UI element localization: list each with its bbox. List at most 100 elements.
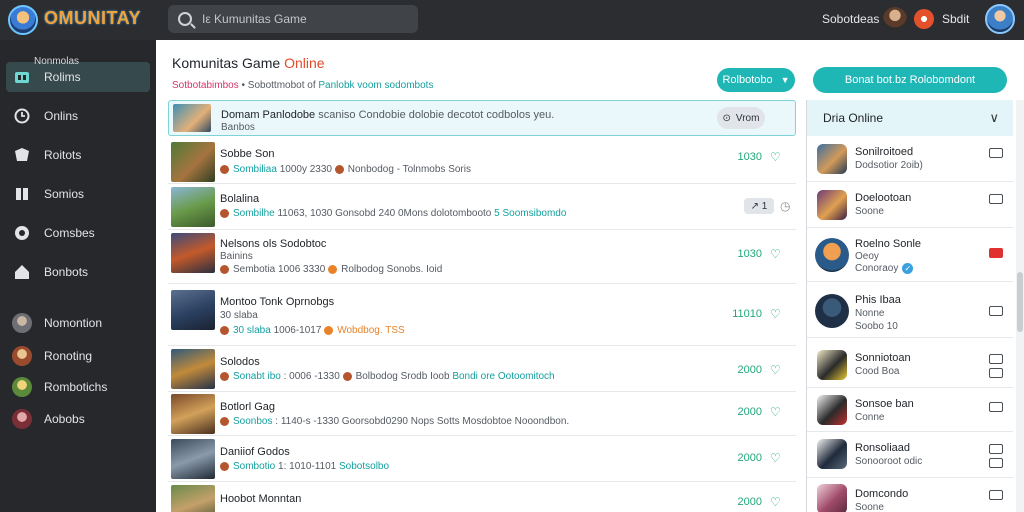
friend-name: Phis Ibaa: [855, 294, 901, 306]
friend-avatar[interactable]: [883, 7, 907, 31]
friends-panel-title: Dria Online: [823, 111, 884, 125]
friend-status: Dodsotior 2oib): [855, 160, 923, 171]
friend-name: Doelootoan: [855, 192, 912, 204]
game-meta: Soonbos : 1140-s -1330 Goorsobd0290 Nops…: [220, 416, 569, 427]
friend-item[interactable]: Roelno Sonle Oeoy Conoraoy ✓: [807, 228, 1013, 282]
scrollbar-thumb[interactable]: [1017, 272, 1023, 332]
message-icon[interactable]: [989, 354, 1003, 364]
filter-dropdown-button[interactable]: Rolbotobo ▼: [717, 68, 795, 92]
player-count: 2000: [737, 364, 762, 376]
friend-status: Nonne: [855, 308, 885, 319]
game-row[interactable]: Solodos Sonabt ibo : 0006 -1330 Bolbodog…: [168, 346, 796, 392]
sidebar-item-label: Comsbes: [44, 226, 95, 240]
game-title: Daniiof Godos: [220, 446, 290, 458]
game-title: Nelsons ols Sodobtoc: [220, 238, 327, 250]
heart-icon[interactable]: ♡: [770, 308, 782, 320]
sidebar-friend[interactable]: Ronoting: [6, 341, 150, 371]
heart-icon[interactable]: ♡: [770, 452, 782, 464]
friends-panel-header[interactable]: Dria Online ∨: [807, 100, 1013, 136]
game-icon[interactable]: [989, 458, 1003, 468]
gamepad-icon: [15, 72, 29, 83]
friend-item[interactable]: Ronsoliaad Sonooroot odic: [807, 432, 1013, 478]
sidebar-friend[interactable]: Rombotichs: [6, 372, 150, 402]
sidebar-item-label: Rolims: [44, 70, 81, 84]
game-title: Montoo Tonk Oprnobgs: [220, 296, 335, 308]
share-pill[interactable]: ↗ 1: [744, 198, 774, 214]
friend-item[interactable]: Doelootoan Soone: [807, 182, 1013, 228]
game-row[interactable]: Domam Panlodobe scaniso Condobie dolobie…: [168, 100, 796, 136]
sidebar-item-bonus[interactable]: Bonbots: [6, 257, 150, 287]
sidebar-item-games[interactable]: Somios: [6, 179, 150, 209]
friend-name: Sonniotoan: [855, 352, 911, 364]
sidebar-friend[interactable]: Aobobs: [6, 404, 150, 434]
sidebar-friend-label: Rombotichs: [44, 380, 108, 394]
message-icon[interactable]: [989, 444, 1003, 454]
sidebar-friend[interactable]: Nomontion: [6, 308, 150, 338]
game-row[interactable]: Sobbe Son Sombiliaa 1000y 2330 Nonbodog …: [168, 140, 796, 184]
game-row[interactable]: Daniiof Godos Sombotio 1: 1010-1101 Sobo…: [168, 436, 796, 482]
top-link-edit[interactable]: Sbdit: [942, 12, 969, 26]
player-count: 2000: [737, 406, 762, 418]
notification-icon[interactable]: [914, 9, 934, 29]
shield-icon: [15, 148, 29, 161]
sidebar-item-label: Roitots: [44, 148, 82, 162]
subtitle-part[interactable]: Sotbotabimbos: [172, 80, 239, 91]
friend-status: Conne: [855, 412, 885, 423]
game-row[interactable]: Montoo Tonk Oprnobgs 30 slaba 30 slaba 1…: [168, 284, 796, 346]
friend-name: Sonsoe ban: [855, 398, 914, 410]
app-logo-text[interactable]: ОMUNITAY: [44, 8, 141, 29]
friend-item[interactable]: Domcondo Soone: [807, 478, 1013, 512]
heart-icon[interactable]: ♡: [770, 248, 782, 260]
avatar: [12, 377, 32, 397]
top-link-notifications[interactable]: Sobotdeas: [822, 12, 879, 26]
friend-name: Sonilroitoed: [855, 146, 914, 158]
game-icon[interactable]: [989, 368, 1003, 378]
sidebar-item-robots[interactable]: Roitots: [6, 140, 150, 170]
game-row[interactable]: Botlorl Gag Soonbos : 1140-s -1330 Goors…: [168, 392, 796, 436]
game-thumbnail: [173, 104, 211, 132]
game-row[interactable]: Hoobot Monntan 2000 ♡: [168, 482, 796, 512]
create-community-button[interactable]: Bonat bot.bz Rolobomdont: [813, 67, 1007, 93]
friend-status: Sonooroot odic: [855, 456, 923, 467]
subtitle-link[interactable]: Panlobk voom sodombots: [318, 80, 433, 91]
sidebar-item-label: Onlins: [44, 109, 79, 123]
chevron-down-icon[interactable]: ∨: [989, 110, 999, 126]
search-bar[interactable]: [168, 5, 418, 33]
message-icon[interactable]: [989, 148, 1003, 158]
friend-item[interactable]: Sonsoe ban Conne: [807, 388, 1013, 432]
message-icon[interactable]: [989, 490, 1003, 500]
heart-icon[interactable]: ♡: [770, 496, 782, 508]
game-row[interactable]: Bolalina Sombilhe 11063, 1030 Gonsobd 24…: [168, 184, 796, 230]
sidebar-item-home[interactable]: Nonmolas Rolims: [6, 56, 150, 92]
player-count: 11010: [732, 308, 762, 320]
view-button[interactable]: ⊙ Vrom: [717, 107, 765, 129]
app-logo-icon[interactable]: [8, 5, 38, 35]
sidebar-item-communities[interactable]: Comsbes: [6, 218, 150, 248]
message-icon[interactable]: [989, 306, 1003, 316]
sidebar-item-online[interactable]: Onlins: [6, 101, 150, 131]
page-title-text: Komunitas Game: [172, 55, 285, 71]
heart-icon[interactable]: ♡: [770, 406, 782, 418]
message-icon[interactable]: [989, 194, 1003, 204]
friend-item[interactable]: Sonilroitoed Dodsotior 2oib): [807, 136, 1013, 182]
friend-item[interactable]: Phis Ibaa Nonne Soobo 10: [807, 282, 1013, 338]
friend-item[interactable]: Sonniotoan Cood Boa: [807, 338, 1013, 388]
friend-name: Domcondo: [855, 488, 909, 500]
game-row[interactable]: Nelsons ols Sodobtoc Bainins Sembotia 10…: [168, 230, 796, 284]
message-icon[interactable]: [989, 402, 1003, 412]
sidebar-friend-label: Ronoting: [44, 349, 93, 363]
game-title: Hoobot Monntan: [220, 493, 302, 505]
avatar: [12, 313, 32, 333]
user-avatar[interactable]: [985, 4, 1015, 34]
search-input[interactable]: [202, 12, 412, 26]
avatar: [817, 190, 847, 220]
sidebar-item-label: Somios: [44, 187, 85, 201]
game-meta: Sembotia 1006 3330 Rolbodog Sonobs. Ioid: [220, 264, 442, 275]
heart-icon[interactable]: ♡: [770, 364, 782, 376]
heart-icon[interactable]: ♡: [770, 151, 782, 163]
page-title-accent: Online: [284, 55, 325, 71]
live-icon[interactable]: [989, 248, 1003, 258]
game-meta: Sombilhe 11063, 1030 Gonsobd 240 0Mons d…: [220, 208, 566, 219]
filter-button-label: Rolbotobo: [722, 74, 773, 86]
clock-icon[interactable]: ◷: [780, 200, 792, 212]
